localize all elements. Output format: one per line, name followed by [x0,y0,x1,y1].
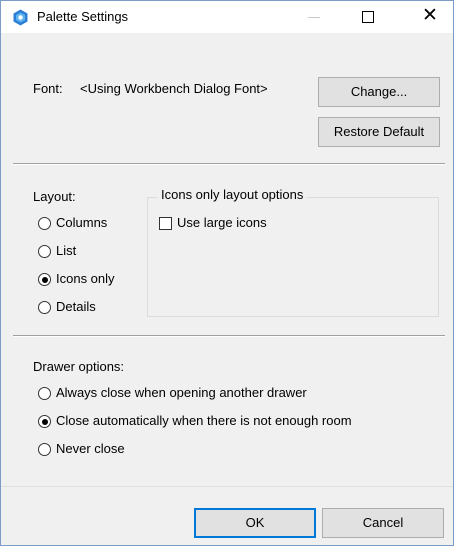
radio-selected-dot [41,418,48,425]
radio-columns-label[interactable]: Columns [56,215,107,230]
radio-never-close-label[interactable]: Never close [56,441,125,456]
radio-icons-only-label[interactable]: Icons only [56,271,115,286]
radio-always-close-label[interactable]: Always close when opening another drawer [56,385,307,400]
title-bar[interactable]: Palette Settings ✕ [1,1,453,33]
ok-button[interactable]: OK [194,508,316,538]
radio-list-label[interactable]: List [56,243,76,258]
minimize-button[interactable] [291,1,337,33]
radio-icons-only[interactable] [38,273,51,286]
radio-close-automatically[interactable] [38,415,51,428]
palette-settings-dialog: Palette Settings ✕ Font: <Using Workbenc… [0,0,454,546]
drawer-options-label: Drawer options: [33,359,125,374]
maximize-icon [362,11,374,23]
footer-separator [1,486,453,487]
cancel-button[interactable]: Cancel [322,508,444,538]
radio-never-close[interactable] [38,443,51,456]
separator [13,335,445,337]
close-button[interactable]: ✕ [407,1,453,33]
minimize-icon [308,17,320,18]
radio-details-label[interactable]: Details [56,299,96,314]
radio-selected-dot [41,276,48,283]
separator [13,163,445,165]
maximize-button[interactable] [345,1,391,33]
radio-columns[interactable] [38,217,51,230]
radio-close-automatically-label[interactable]: Close automatically when there is not en… [56,413,352,428]
radio-details[interactable] [38,301,51,314]
radio-always-close[interactable] [38,387,51,400]
close-icon: ✕ [422,5,438,26]
layout-label: Layout: [33,189,76,204]
use-large-icons-label[interactable]: Use large icons [177,215,267,230]
restore-default-button[interactable]: Restore Default [318,117,440,147]
window-title: Palette Settings [37,9,129,24]
font-label: Font: [33,81,63,96]
palette-gear-icon [13,9,28,26]
font-value: <Using Workbench Dialog Font> [80,81,268,96]
change-font-button[interactable]: Change... [318,77,440,107]
use-large-icons-checkbox[interactable] [159,217,172,230]
radio-list[interactable] [38,245,51,258]
icons-only-group-title: Icons only layout options [157,187,308,202]
